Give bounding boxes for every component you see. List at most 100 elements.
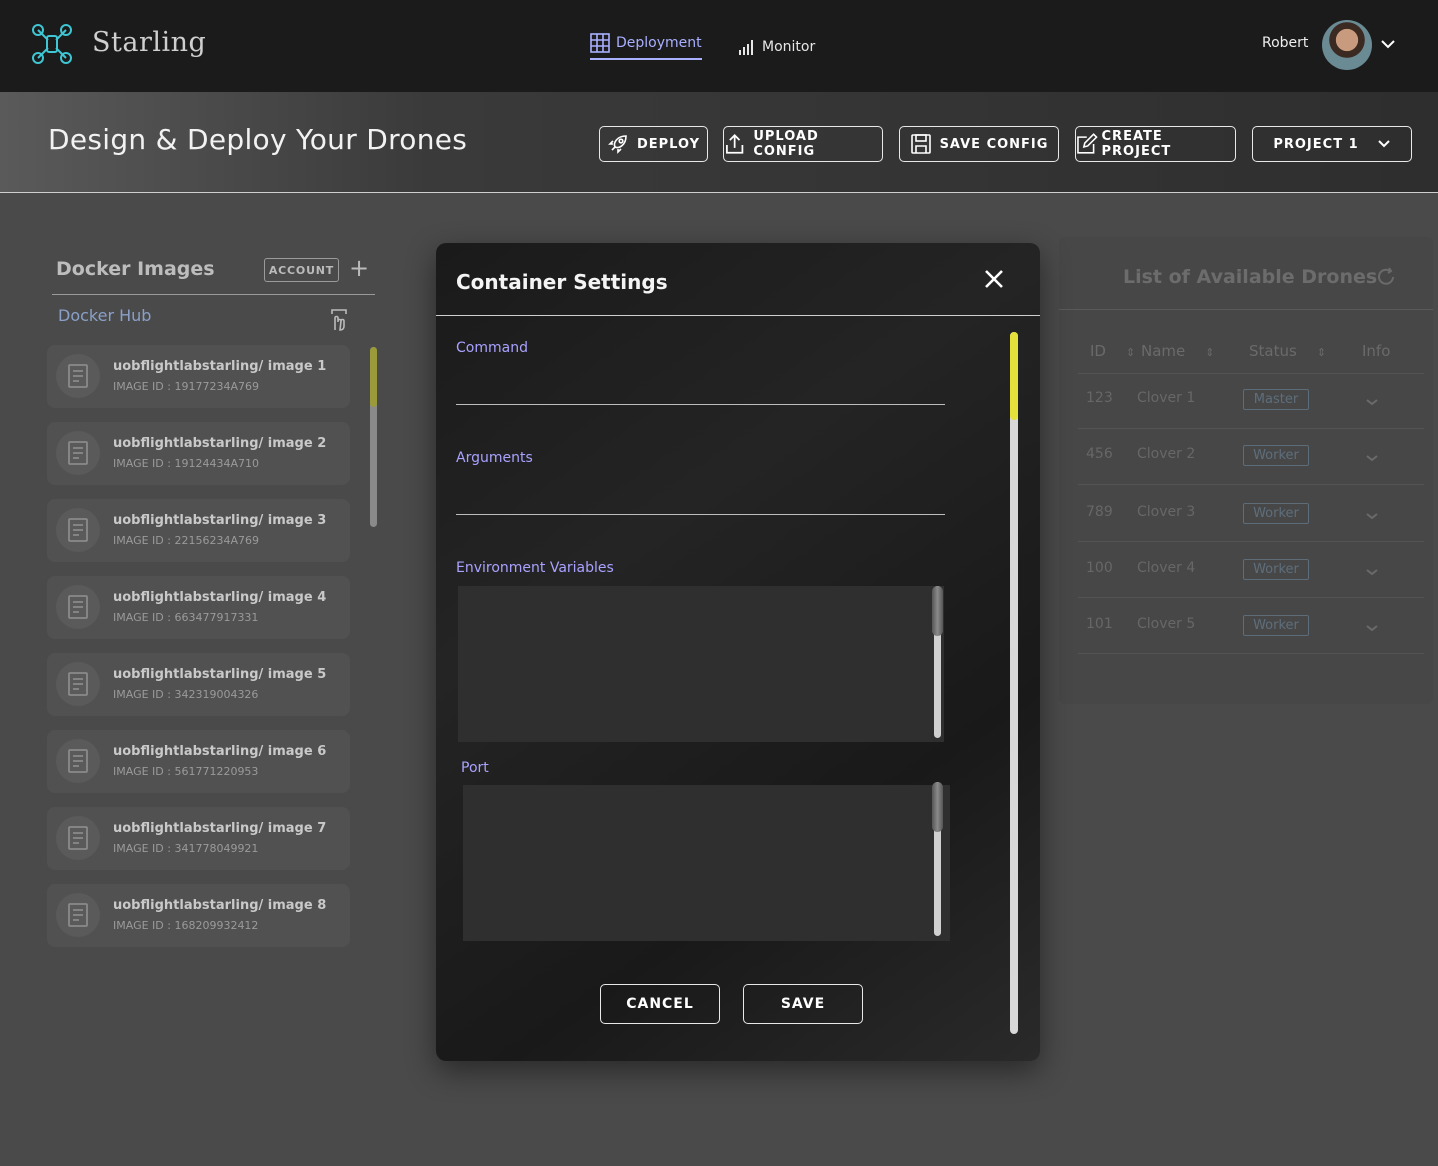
sort-icon[interactable]: ⇕ [1126,346,1135,359]
col-header-name[interactable]: Name ⇕ [1141,342,1214,360]
status-badge: Worker [1243,615,1309,636]
modal-scrollbar[interactable] [1010,332,1018,1034]
port-textarea[interactable] [463,785,950,941]
modal-scrollbar-thumb[interactable] [1010,332,1018,420]
document-icon [68,903,88,927]
col-header-status-label: Status [1249,342,1297,360]
document-icon [68,826,88,850]
chevron-down-icon[interactable] [1364,450,1380,470]
drone-id: 101 [1086,616,1113,632]
docker-image-card[interactable]: uobflightlabstarling/ image 8 IMAGE ID : … [47,884,350,947]
row-divider [1078,484,1424,485]
close-icon[interactable] [983,268,1005,290]
image-name: uobflightlabstarling/ image 5 [113,667,327,682]
nav-deployment[interactable]: Deployment [590,32,702,60]
document-icon [68,364,88,388]
deploy-button[interactable]: DEPLOY [599,126,708,162]
hand-pointer-icon[interactable] [328,308,350,332]
chevron-down-icon[interactable] [1364,620,1380,640]
chevron-down-icon[interactable] [1380,36,1396,52]
docker-image-card[interactable]: uobflightlabstarling/ image 6 IMAGE ID : … [47,730,350,793]
image-id: IMAGE ID : 663477917331 [113,611,259,624]
rocket-icon [608,135,627,154]
col-header-name-label: Name [1141,342,1186,360]
docker-image-card[interactable]: uobflightlabstarling/ image 3 IMAGE ID : … [47,499,350,562]
image-icon-circle [56,893,100,937]
docker-image-card[interactable]: uobflightlabstarling/ image 5 IMAGE ID : … [47,653,350,716]
chevron-down-icon[interactable] [1364,564,1380,584]
edit-square-icon [1077,133,1098,154]
create-project-button[interactable]: CREATE PROJECT [1075,126,1236,162]
app-name: Starling [92,27,207,58]
col-header-id[interactable]: ID ⇕ [1090,342,1135,360]
upload-config-label: UPLOAD CONFIG [753,129,819,159]
image-name: uobflightlabstarling/ image 6 [113,744,327,759]
scrollbar-thumb[interactable] [370,347,377,407]
nav-monitor-label: Monitor [762,39,816,55]
nav-deployment-label: Deployment [616,35,702,51]
scrollbar-thumb[interactable] [932,782,943,832]
sort-icon[interactable]: ⇕ [1205,346,1214,359]
docker-hub-link[interactable]: Docker Hub [58,306,151,325]
status-badge: Master [1243,389,1309,410]
arguments-input[interactable] [456,474,945,512]
image-id: IMAGE ID : 168209932412 [113,919,259,932]
docker-image-card[interactable]: uobflightlabstarling/ image 4 IMAGE ID : … [47,576,350,639]
drone-logo-icon[interactable] [30,22,74,66]
upload-config-button[interactable]: UPLOAD CONFIG [723,126,883,162]
add-icon[interactable]: + [349,256,369,280]
deploy-label: DEPLOY [636,136,701,152]
docker-image-card[interactable]: uobflightlabstarling/ image 7 IMAGE ID : … [47,807,350,870]
avatar[interactable] [1322,20,1372,70]
document-icon [68,518,88,542]
image-name: uobflightlabstarling/ image 2 [113,436,327,451]
divider [436,315,1040,316]
image-icon-circle [56,508,100,552]
nav-monitor[interactable]: Monitor [738,34,815,60]
floppy-disk-icon [910,134,931,154]
drone-id: 123 [1086,390,1113,406]
image-name: uobflightlabstarling/ image 1 [113,359,327,374]
image-id: IMAGE ID : 342319004326 [113,688,259,701]
row-divider [1078,428,1424,429]
document-icon [68,672,88,696]
drone-name: Clover 3 [1137,504,1196,520]
account-button[interactable]: ACCOUNT [264,258,339,282]
save-config-button[interactable]: SAVE CONFIG [899,126,1059,162]
arguments-underline [456,514,945,515]
docker-images-title: Docker Images [56,258,215,280]
col-header-id-label: ID [1090,342,1106,360]
modal-title: Container Settings [456,270,668,294]
env-variables-textarea[interactable] [458,586,944,742]
image-name: uobflightlabstarling/ image 4 [113,590,327,605]
col-header-status[interactable]: Status ⇕ [1249,342,1326,360]
scrollbar-thumb[interactable] [932,586,943,636]
project-select[interactable]: PROJECT 1 [1252,126,1412,162]
grid-icon [590,33,610,53]
row-divider [1078,653,1424,654]
image-name: uobflightlabstarling/ image 7 [113,821,327,836]
save-config-label: SAVE CONFIG [939,136,1049,152]
divider [1059,309,1433,310]
image-icon-circle [56,354,100,398]
docker-image-card[interactable]: uobflightlabstarling/ image 2 IMAGE ID : … [47,422,350,485]
image-name: uobflightlabstarling/ image 8 [113,898,327,913]
image-icon-circle [56,662,100,706]
docker-image-card[interactable]: uobflightlabstarling/ image 1 IMAGE ID : … [47,345,350,408]
document-icon [68,595,88,619]
sort-icon[interactable]: ⇕ [1317,346,1326,359]
image-id: IMAGE ID : 19177234A769 [113,380,259,393]
image-icon-circle [56,816,100,860]
refresh-icon[interactable] [1375,266,1397,288]
cancel-button[interactable]: CANCEL [600,984,720,1024]
document-icon [68,749,88,773]
chevron-down-icon[interactable] [1364,394,1380,414]
command-input[interactable] [456,364,945,402]
chevron-down-icon[interactable] [1364,508,1380,528]
chevron-down-icon [1377,140,1390,148]
divider [52,294,375,295]
arguments-label: Arguments [456,450,533,466]
save-button[interactable]: SAVE [743,984,863,1024]
col-header-info: Info [1362,342,1391,360]
drone-name: Clover 5 [1137,616,1196,632]
